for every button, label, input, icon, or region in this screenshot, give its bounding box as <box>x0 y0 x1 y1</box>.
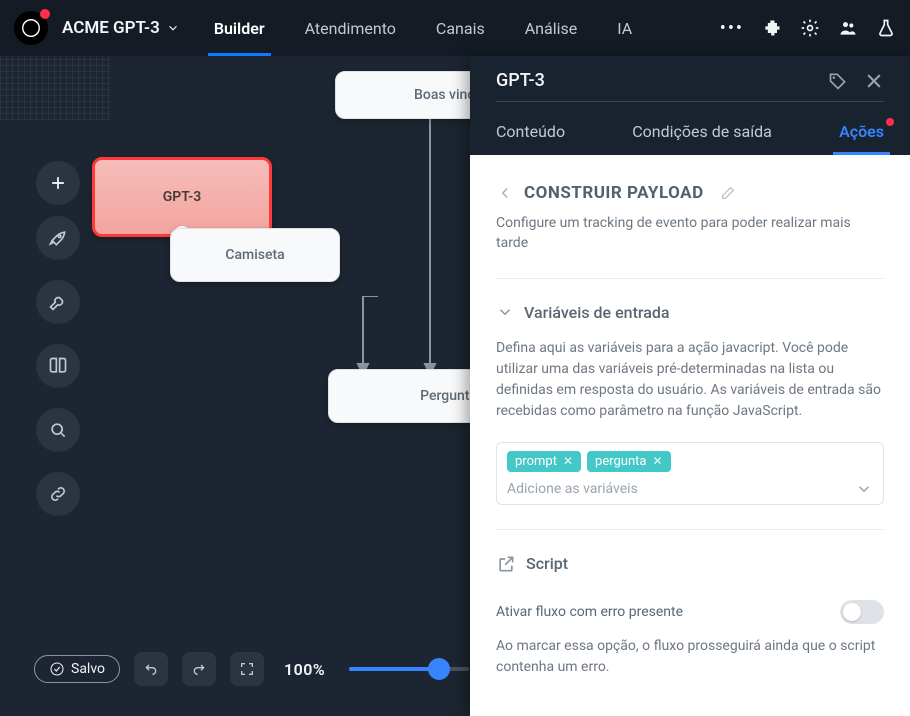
panel-title: GPT-3 <box>496 70 545 91</box>
chevron-down-icon <box>496 303 514 321</box>
edit-icon[interactable] <box>720 185 736 201</box>
variables-accordion-header[interactable]: Variáveis de entrada <box>496 303 884 322</box>
node-gpt3[interactable]: GPT-3 <box>92 157 272 237</box>
zoom-value: 100% <box>284 660 325 679</box>
search-button[interactable] <box>36 408 80 452</box>
back-icon[interactable] <box>496 184 514 202</box>
fullscreen-button[interactable] <box>230 652 264 686</box>
close-icon[interactable] <box>864 71 884 91</box>
team-icon[interactable] <box>838 18 858 38</box>
saved-status: Salvo <box>34 655 120 683</box>
tab-atendimento[interactable]: Atendimento <box>299 0 402 56</box>
error-flow-toggle[interactable] <box>840 600 884 624</box>
extension-icon[interactable] <box>762 18 782 38</box>
panel-tab-acoes[interactable]: Ações <box>839 122 884 155</box>
script-section-header[interactable]: Script <box>496 554 884 574</box>
tag-input-placeholder: Adicione as variáveis <box>507 481 855 497</box>
main-tabs: Builder Atendimento Canais Análise IA <box>208 0 638 56</box>
tab-canais[interactable]: Canais <box>430 0 491 56</box>
connector-welcome-pergunta <box>415 116 445 376</box>
wrench-button[interactable] <box>36 280 80 324</box>
add-node-button[interactable] <box>36 161 80 205</box>
notification-dot <box>40 9 50 19</box>
action-heading: CONSTRUIR PAYLOAD <box>524 183 704 203</box>
workspace-name: ACME GPT-3 <box>62 18 160 38</box>
zoom-slider[interactable] <box>349 667 469 671</box>
panel-tab-condicoes[interactable]: Condições de saída <box>632 122 772 155</box>
settings-icon[interactable] <box>800 18 820 38</box>
notification-dot <box>886 118 894 126</box>
more-menu[interactable]: ••• <box>720 18 744 39</box>
check-circle-icon <box>49 661 65 677</box>
tag-prompt: prompt ✕ <box>507 451 581 472</box>
link-button[interactable] <box>36 472 80 516</box>
workspace-selector[interactable]: ACME GPT-3 <box>62 18 180 38</box>
error-flow-toggle-desc: Ao marcar essa opção, o fluxo prosseguir… <box>496 636 884 678</box>
openai-icon <box>20 17 42 39</box>
error-flow-toggle-label: Ativar fluxo com erro presente <box>496 604 683 620</box>
book-button[interactable] <box>36 344 80 388</box>
tag-icon[interactable] <box>828 71 848 91</box>
chevron-down-icon <box>166 21 180 35</box>
app-logo[interactable] <box>14 11 48 45</box>
remove-tag-icon[interactable]: ✕ <box>652 454 662 468</box>
node-camiseta[interactable]: Camiseta <box>170 228 340 282</box>
redo-button[interactable] <box>182 652 216 686</box>
variables-desc: Defina aqui as variáveis para a ação jav… <box>496 338 884 422</box>
zoom-slider-knob[interactable] <box>428 658 450 680</box>
panel-tab-conteudo[interactable]: Conteúdo <box>496 122 565 155</box>
grid-decoration <box>0 56 110 120</box>
variables-tag-input[interactable]: prompt ✕ pergunta ✕ Adicione as variávei… <box>496 442 884 505</box>
connector-camiseta-pergunta <box>338 296 388 376</box>
node-settings-panel: GPT-3 Conteúdo Condições de saída Ações … <box>470 56 910 716</box>
chevron-down-icon[interactable] <box>855 480 873 498</box>
rocket-button[interactable] <box>36 216 80 260</box>
tab-analise[interactable]: Análise <box>519 0 584 56</box>
action-subheading: Configure um tracking de evento para pod… <box>496 213 884 254</box>
lab-icon[interactable] <box>876 18 896 38</box>
undo-button[interactable] <box>134 652 168 686</box>
remove-tag-icon[interactable]: ✕ <box>563 454 573 468</box>
tab-ia[interactable]: IA <box>611 0 638 56</box>
tag-pergunta: pergunta ✕ <box>587 451 671 472</box>
tab-builder[interactable]: Builder <box>208 0 271 56</box>
external-link-icon <box>496 554 516 574</box>
